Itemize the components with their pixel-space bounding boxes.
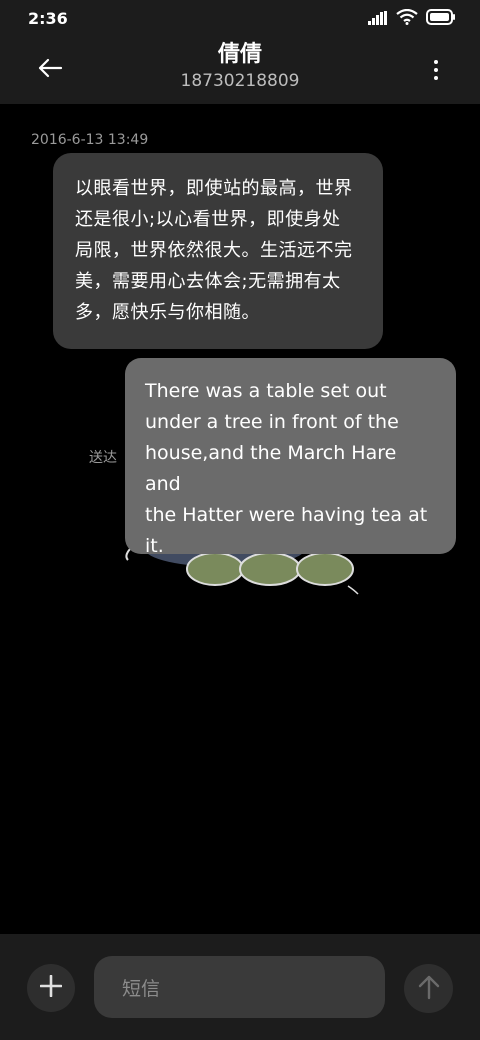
more-vertical-icon bbox=[434, 60, 438, 80]
add-attachment-button[interactable] bbox=[27, 964, 75, 1012]
delivery-status: 送达 bbox=[89, 450, 117, 466]
message-line: 局限，世界依然很大。生活远不完 bbox=[75, 240, 353, 261]
signal-icon bbox=[368, 10, 388, 29]
message-line: 以眼看世界，即使站的最高，世界 bbox=[75, 178, 353, 199]
message-line: 多，愿快乐与你相随。 bbox=[75, 302, 260, 323]
message-line: under a tree in front of the bbox=[145, 411, 399, 433]
more-menu-button[interactable] bbox=[430, 56, 442, 84]
message-line: There was a table set out bbox=[145, 380, 387, 402]
message-line: 美，需要用心去体会;无需拥有太 bbox=[75, 271, 341, 292]
status-icons bbox=[368, 8, 456, 29]
status-bar: 2:36 bbox=[0, 0, 480, 36]
contact-title: 倩倩 18730218809 bbox=[0, 40, 480, 92]
message-input-placeholder: 短信 bbox=[122, 978, 161, 1000]
message-list[interactable]: 2016-6-13 13:49 以眼看世界，即使站的最高，世界 还是很小;以心看… bbox=[0, 104, 480, 934]
outgoing-message-bubble[interactable]: There was a table set out under a tree i… bbox=[125, 358, 456, 557]
status-time: 2:36 bbox=[28, 9, 68, 28]
battery-icon bbox=[426, 9, 456, 29]
message-line: the Hatter were having tea at bbox=[145, 504, 428, 526]
conversation-header: 倩倩 18730218809 bbox=[0, 36, 480, 104]
message-timestamp: 2016-6-13 13:49 bbox=[31, 132, 149, 148]
contact-name: 倩倩 bbox=[217, 42, 262, 67]
message-line: house,and the March Hare and bbox=[145, 442, 397, 495]
message-line: 还是很小;以心看世界，即使身处 bbox=[75, 209, 341, 230]
send-button[interactable] bbox=[404, 964, 453, 1013]
contact-number: 18730218809 bbox=[180, 71, 300, 91]
message-input[interactable]: 短信 bbox=[94, 956, 385, 1018]
incoming-message-bubble[interactable]: 以眼看世界，即使站的最高，世界 还是很小;以心看世界，即使身处 局限，世界依然很… bbox=[53, 153, 383, 349]
send-arrow-up-icon bbox=[418, 974, 440, 1004]
composer-bar: 短信 bbox=[0, 934, 480, 1040]
wifi-icon bbox=[396, 8, 418, 29]
message-line: it. bbox=[145, 535, 164, 557]
plus-icon bbox=[39, 974, 63, 1001]
